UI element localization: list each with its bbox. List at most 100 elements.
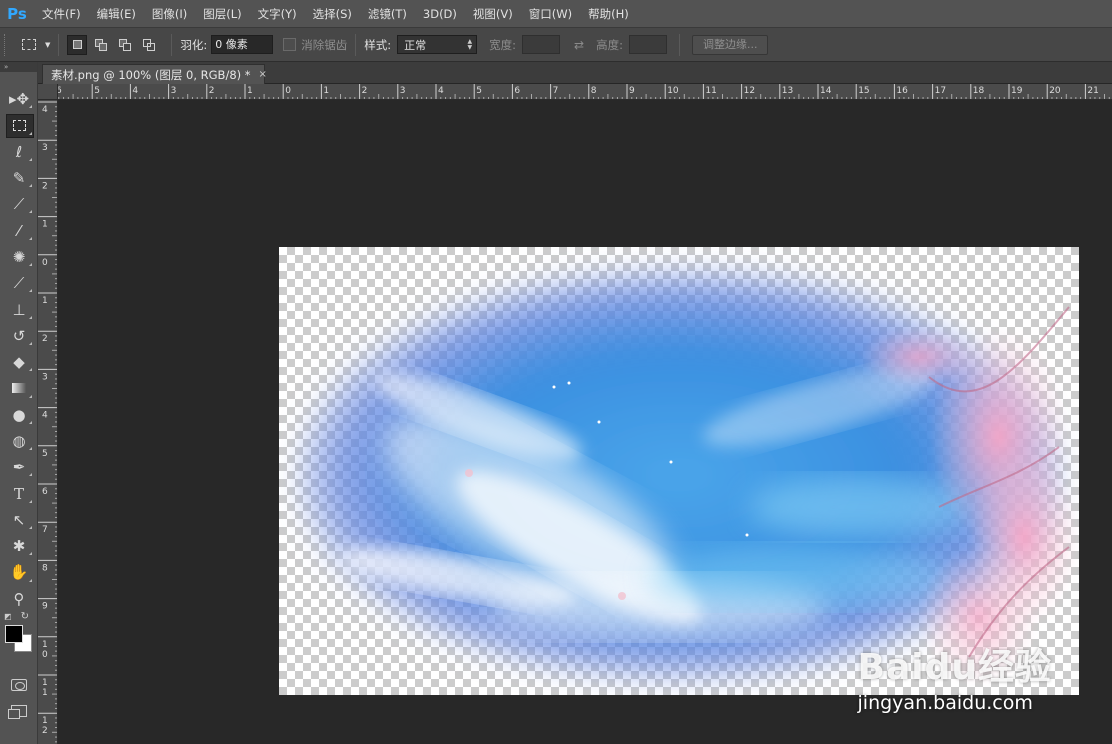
- options-bar-grip[interactable]: [4, 33, 10, 56]
- document-tab[interactable]: 素材.png @ 100% (图层 0, RGB/8) * ×: [42, 64, 267, 84]
- menu-view[interactable]: 视图(V): [465, 0, 521, 28]
- feather-label: 羽化:: [180, 37, 208, 52]
- eyedropper-tool[interactable]: ⁄: [0, 217, 38, 243]
- gradient-tool[interactable]: [0, 375, 38, 401]
- zoom-icon: ⚲: [13, 589, 25, 608]
- ruler-label: 8: [591, 86, 597, 96]
- canvas-workspace[interactable]: Baidu经验 jingyan.baidu.com: [58, 100, 1112, 744]
- ruler-label: 2: [362, 86, 368, 96]
- ruler-label: 11: [705, 86, 716, 96]
- ruler-label: 9: [629, 86, 635, 96]
- zoom-tool[interactable]: ⚲: [0, 586, 38, 612]
- hand-tool[interactable]: ✋: [0, 559, 38, 585]
- blur-tool[interactable]: ●: [0, 402, 38, 428]
- tool-preset-picker[interactable]: ▼: [22, 39, 50, 50]
- menu-edit[interactable]: 编辑(E): [89, 0, 144, 28]
- ruler-label: 5: [42, 449, 48, 459]
- clone-stamp-tool[interactable]: ⊥: [0, 296, 38, 322]
- dodge-icon: ◍: [12, 432, 26, 450]
- menu-filter[interactable]: 滤镜(T): [360, 0, 415, 28]
- ruler-label: 0: [42, 258, 48, 268]
- ruler-label: 2: [209, 86, 215, 96]
- eyedropper-icon: ⁄: [17, 221, 21, 240]
- marquee-tool[interactable]: [0, 112, 38, 139]
- document-tab-title: 素材.png @ 100% (图层 0, RGB/8) *: [51, 67, 251, 82]
- height-label: 高度:: [596, 37, 623, 52]
- ruler-label: 7: [553, 86, 559, 96]
- ruler-label: 20: [1049, 86, 1061, 96]
- ruler-label: 10: [667, 86, 679, 96]
- menu-bar: Ps 文件(F) 编辑(E) 图像(I) 图层(L) 文字(Y) 选择(S) 滤…: [0, 0, 1112, 28]
- ruler-label: 1: [42, 716, 48, 726]
- spot-healing-tool[interactable]: ✺: [0, 244, 38, 270]
- ruler-label: 7: [42, 525, 48, 535]
- pen-tool[interactable]: ✒: [0, 454, 38, 480]
- quick-mask-button[interactable]: [0, 672, 38, 698]
- height-input[interactable]: [628, 35, 667, 54]
- collapse-panel-icon[interactable]: »: [0, 62, 37, 72]
- ruler-label: 1: [42, 296, 48, 306]
- quick-selection-tool[interactable]: ✎: [0, 165, 38, 191]
- refine-edge-button[interactable]: 调整边缘...: [691, 34, 769, 55]
- document-image[interactable]: [279, 247, 1079, 695]
- menu-window[interactable]: 窗口(W): [521, 0, 580, 28]
- ruler-label: 2: [42, 334, 48, 344]
- ruler-origin[interactable]: [38, 84, 58, 100]
- swap-colors-icon[interactable]: ↻: [21, 611, 29, 622]
- feather-input[interactable]: 0 像素: [211, 35, 274, 54]
- ruler-label: 12: [744, 86, 755, 96]
- style-label: 样式:: [364, 37, 392, 52]
- ruler-label: 6: [58, 86, 62, 96]
- select-arrows-icon: ▲ ▼: [467, 37, 473, 51]
- menu-file[interactable]: 文件(F): [34, 0, 89, 28]
- subtract-selection-icon: [119, 38, 132, 51]
- screen-mode-button[interactable]: [0, 698, 38, 724]
- crop-tool[interactable]: ⟋: [0, 191, 38, 217]
- intersect-selection-icon: [143, 38, 156, 51]
- brush-icon: ⟋: [13, 274, 25, 293]
- eraser-tool[interactable]: ◆: [0, 349, 38, 375]
- style-select[interactable]: 正常 ▲ ▼: [397, 35, 478, 54]
- horizontal-ruler[interactable]: 6543210123456789101112131415161718192021: [58, 84, 1112, 100]
- lasso-tool[interactable]: ℓ: [0, 139, 38, 165]
- menu-select[interactable]: 选择(S): [305, 0, 360, 28]
- ruler-label: 1: [42, 640, 48, 650]
- eraser-icon: ◆: [13, 353, 25, 372]
- menu-layer[interactable]: 图层(L): [195, 0, 249, 28]
- path-selection-tool[interactable]: ↖: [0, 507, 38, 533]
- divider: [355, 33, 357, 56]
- foreground-color-swatch[interactable]: [5, 624, 23, 643]
- sky-blossom-image: [299, 270, 1079, 687]
- swap-width-height-icon[interactable]: ⇄: [574, 38, 584, 52]
- menu-3d[interactable]: 3D(D): [415, 0, 465, 28]
- type-tool[interactable]: T: [0, 480, 38, 506]
- add-to-selection-button[interactable]: [91, 35, 111, 55]
- width-input[interactable]: [522, 35, 561, 54]
- blur-drop-icon: ●: [12, 405, 26, 424]
- menu-help[interactable]: 帮助(H): [580, 0, 637, 28]
- brush-tool[interactable]: ⟋: [0, 270, 38, 296]
- menu-image[interactable]: 图像(I): [144, 0, 195, 28]
- ruler-label: 4: [42, 105, 48, 115]
- default-colors-icon[interactable]: ◩: [4, 612, 12, 621]
- shape-tool[interactable]: ✱: [0, 533, 38, 559]
- vertical-ruler[interactable]: 43210123456789101112: [38, 100, 58, 744]
- dodge-tool[interactable]: ◍: [0, 428, 38, 454]
- move-tool[interactable]: ▸✥: [0, 86, 38, 112]
- divider: [171, 33, 173, 56]
- menu-type[interactable]: 文字(Y): [250, 0, 305, 28]
- antialias-checkbox[interactable]: [283, 38, 297, 51]
- ruler-label: 4: [132, 86, 138, 96]
- close-icon[interactable]: ×: [259, 69, 267, 80]
- options-bar: ▼ 羽化: 0 像素 消除锯齿 样式: 正常 ▲ ▼ 宽度: ⇄ 高度: 调整边缘…: [0, 28, 1112, 62]
- intersect-selection-button[interactable]: [139, 35, 159, 55]
- new-selection-button[interactable]: [67, 34, 88, 55]
- ruler-label: 19: [1011, 86, 1023, 96]
- lasso-icon: ℓ: [15, 142, 23, 161]
- subtract-from-selection-button[interactable]: [115, 35, 135, 55]
- history-brush-tool[interactable]: ↺: [0, 323, 38, 349]
- ruler-label: 0: [285, 86, 291, 96]
- ruler-label: 16: [896, 86, 908, 96]
- screen-mode-icon: [8, 704, 27, 719]
- ruler-label: 13: [782, 86, 793, 96]
